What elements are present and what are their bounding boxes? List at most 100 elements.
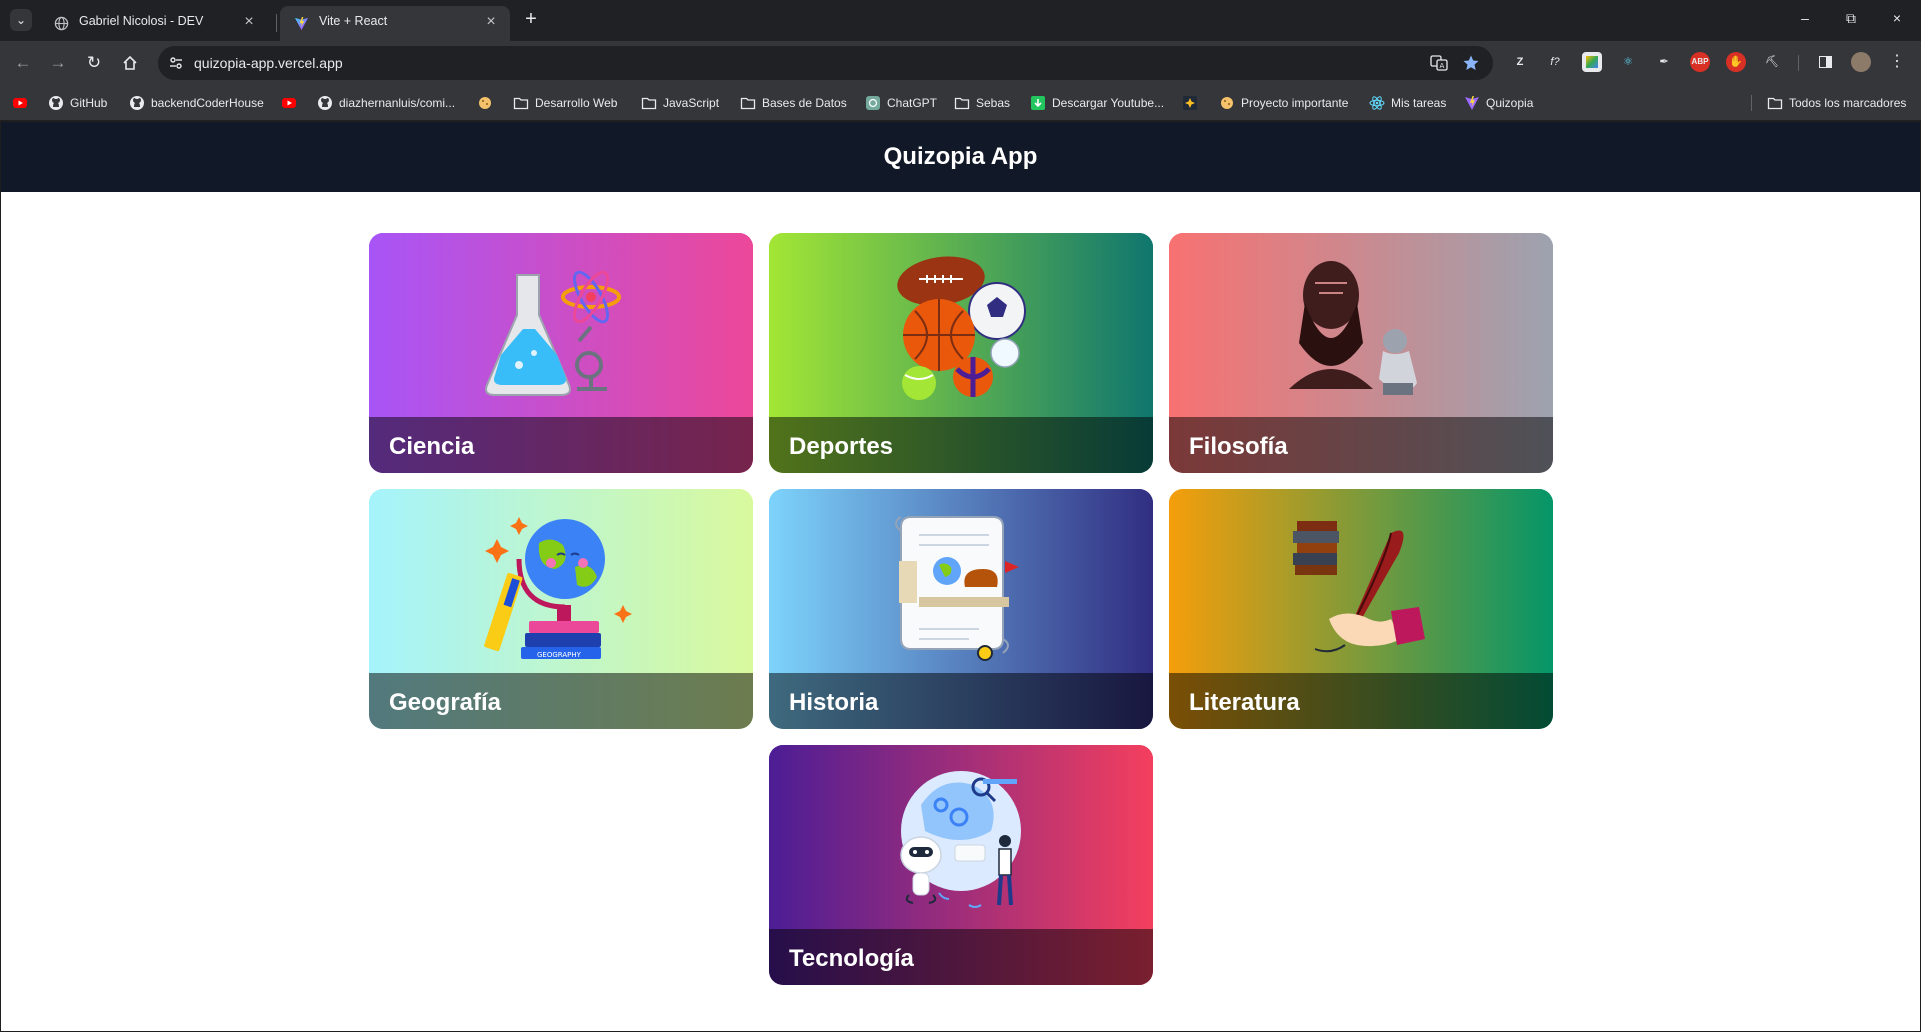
category-label: Filosofía [1189,433,1288,460]
bookmark-label: Sebas [976,96,1011,110]
bookmarks-bar: GitHub backendCoderHouse diazhernanluis/co… [0,85,1921,121]
browser-toolbar: ← → ↻ quizopia-app.vercel.app A Z f? ⚛ ✒… [0,41,1921,85]
category-card-geografia[interactable]: GEOGRAPHY Geografía [369,489,753,729]
card-art [369,233,753,417]
bookmark-item[interactable]: Mis tareas [1369,93,1446,113]
card-art [769,233,1153,417]
sparkle-icon [1182,95,1198,111]
bookmark-item[interactable] [477,93,493,113]
translate-icon[interactable]: A [1430,54,1448,72]
svg-text:A: A [1440,62,1445,70]
back-arrow-icon[interactable]: ← [11,51,35,75]
folder-icon [641,95,657,111]
vite-icon [294,16,309,31]
category-card-literatura[interactable]: Literatura [1169,489,1553,729]
bookmark-item[interactable]: ChatGPT [865,93,937,113]
category-label: Geografía [389,689,502,716]
category-card-ciencia[interactable]: Ciencia [369,233,753,473]
new-tab-button[interactable]: + [520,9,542,31]
github-icon [317,95,333,111]
address-bar[interactable]: quizopia-app.vercel.app A [158,46,1493,80]
tab-strip: ⌄ Gabriel Nicolosi - DEV × Vite + React … [0,0,1921,41]
card-art [769,745,1153,929]
philosopher-bust-icon [1289,261,1417,395]
bookmark-item[interactable] [1182,93,1198,113]
category-card-deportes[interactable]: Deportes [769,233,1153,473]
bookmarks-separator [1751,95,1752,111]
all-bookmarks-button[interactable]: Todos los marcadores [1767,93,1906,113]
bookmark-star-icon[interactable] [1462,54,1480,72]
extensions-puzzle-icon[interactable]: ⛏ [1762,52,1782,72]
z-extension-icon[interactable]: Z [1510,52,1530,72]
bookmark-label: Mis tareas [1391,96,1447,110]
bookmark-item[interactable]: Desarrollo Web [513,93,617,113]
download-icon [1030,95,1046,111]
quill-books-icon [1293,521,1425,653]
github-icon [129,95,145,111]
cookie-icon [477,95,493,111]
home-icon[interactable] [118,51,142,75]
app-title: Quizopia App [883,143,1038,170]
stop-hand-icon[interactable]: ✋ [1726,52,1746,72]
category-label: Literatura [1189,689,1300,716]
side-panel-icon[interactable] [1815,52,1835,72]
card-art [1169,489,1553,673]
bookmark-label: ChatGPT [887,96,938,110]
category-card-historia[interactable]: Historia [769,489,1153,729]
bookmark-item[interactable]: Proyecto importante [1219,93,1348,113]
category-label: Historia [789,689,879,716]
bookmark-item[interactable]: Bases de Datos [740,93,847,113]
adblock-icon[interactable]: ABP [1690,52,1710,72]
react-devtools-icon[interactable]: ⚛ [1618,52,1638,72]
profile-avatar[interactable] [1851,52,1871,72]
scroll-icon [895,516,1019,661]
folder-icon [513,95,529,111]
menu-kebab-icon[interactable]: ⋮ [1887,52,1907,72]
close-window-icon[interactable]: × [1887,8,1907,28]
forward-arrow-icon[interactable]: → [46,51,70,75]
tab-title: Vite + React [319,14,388,28]
chatgpt-icon [865,95,881,111]
bookmark-item[interactable]: JavaScript [641,93,719,113]
category-card-tecnologia[interactable]: Tecnología [769,745,1153,985]
bookmark-item[interactable] [281,93,297,113]
bookmark-item[interactable]: Descargar Youtube... [1030,93,1164,113]
bookmark-item[interactable] [12,93,28,113]
restore-window-icon[interactable]: ⧉ [1841,8,1861,28]
minimize-window-icon[interactable]: – [1795,8,1815,28]
reload-icon[interactable]: ↻ [82,51,106,75]
bookmark-label: JavaScript [663,96,720,110]
bookmark-label: Descargar Youtube... [1052,96,1165,110]
category-card-filosofia[interactable]: Filosofía [1169,233,1553,473]
youtube-icon [12,95,28,111]
color-extension-icon[interactable] [1582,52,1602,72]
bookmark-item[interactable]: GitHub [48,93,107,113]
card-art [769,489,1153,673]
eyedropper-icon[interactable]: ✒ [1654,52,1674,72]
close-tab-icon[interactable]: × [482,13,500,31]
cookie-icon [1219,95,1235,111]
site-settings-icon[interactable] [168,55,184,71]
science-icon [485,270,621,396]
tab-title: Gabriel Nicolosi - DEV [79,14,204,28]
url-text: quizopia-app.vercel.app [194,55,343,71]
formula-extension-icon[interactable]: f? [1545,52,1565,72]
svg-text:GEOGRAPHY: GEOGRAPHY [537,651,582,659]
bookmark-item[interactable]: diazhernanluis/comi... [317,93,455,113]
bookmark-label: Quizopia [1486,96,1534,110]
bookmark-label: GitHub [70,96,108,110]
bookmark-item[interactable]: Sebas [954,93,1010,113]
bookmark-item[interactable]: backendCoderHouse [129,93,264,113]
tab-vite-react[interactable]: Vite + React × [280,6,510,41]
close-tab-icon[interactable]: × [240,13,258,31]
bookmark-label: Proyecto importante [1241,96,1349,110]
card-art: GEOGRAPHY [369,489,753,673]
category-label: Tecnología [789,945,914,972]
tab-gabriel-nicolosi[interactable]: Gabriel Nicolosi - DEV × [40,6,268,41]
bookmark-label: backendCoderHouse [151,96,264,110]
category-label: Ciencia [389,433,475,460]
tab-search-button[interactable]: ⌄ [10,9,32,31]
globe-icon [54,16,69,31]
vite-icon [1464,95,1480,111]
bookmark-item[interactable]: Quizopia [1464,93,1533,113]
